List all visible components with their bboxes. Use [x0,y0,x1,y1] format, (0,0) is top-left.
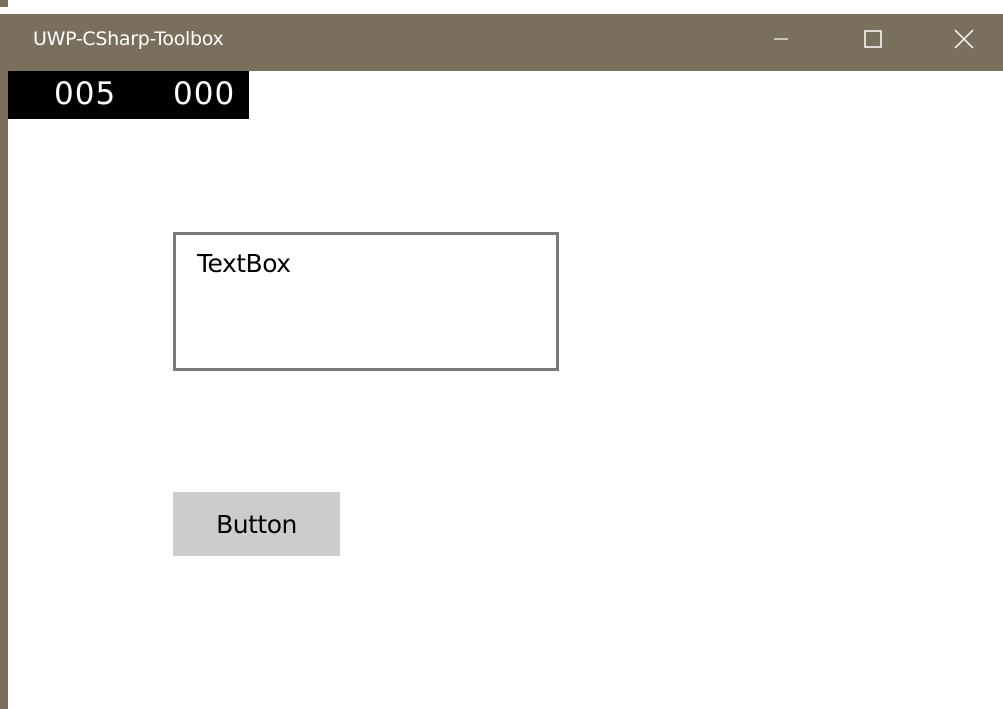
close-icon [954,29,974,49]
app-window: UWP-CSharp-Toolbox 005 000 TextBox Butto… [0,0,1003,709]
minimize-icon [774,38,788,40]
action-button[interactable]: Button [173,492,340,556]
counter-value-left: 005 [54,76,117,112]
frame-counter: 005 000 [8,71,249,119]
text-input[interactable]: TextBox [173,232,559,371]
counter-value-right: 000 [173,76,236,112]
minimize-button[interactable] [757,7,805,71]
text-input-value: TextBox [197,249,291,278]
maximize-button[interactable] [849,7,897,71]
maximize-icon [864,30,882,48]
window-title: UWP-CSharp-Toolbox [33,28,224,50]
close-button[interactable] [940,7,988,71]
title-bar[interactable]: UWP-CSharp-Toolbox [0,7,1003,71]
